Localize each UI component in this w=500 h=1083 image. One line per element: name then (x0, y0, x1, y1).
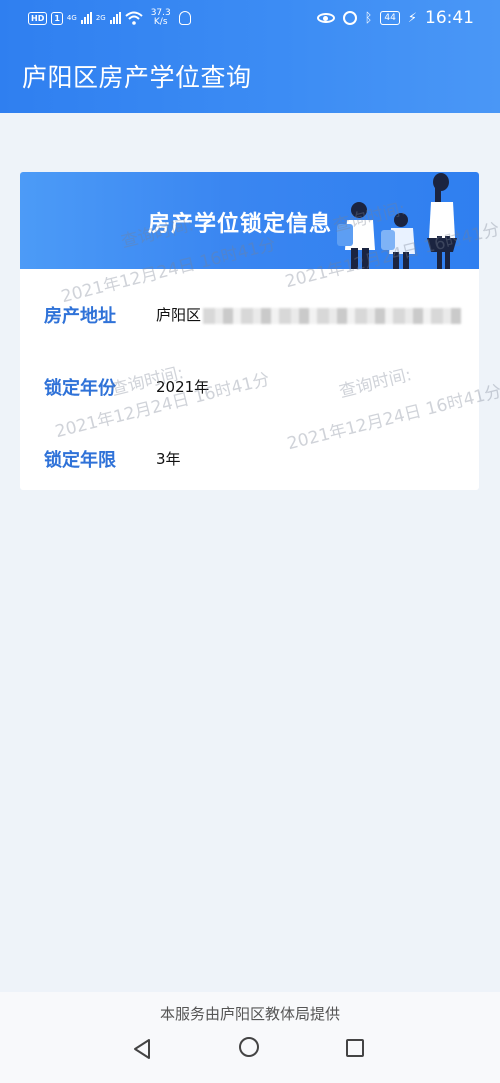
bulb-icon (178, 11, 191, 25)
home-icon[interactable] (239, 1037, 259, 1057)
lock-info-card: 房产学位锁定信息 房产地址 庐阳区 锁定年份 2021年 锁定年限 3年 (20, 172, 479, 490)
network-type-1: 4G (66, 14, 77, 22)
signal-icon-2 (109, 12, 121, 24)
battery-level: 44 (384, 13, 396, 23)
battery-icon: 44 (380, 11, 400, 25)
wifi-icon (125, 11, 143, 25)
address-value-text: 庐阳区 (156, 306, 202, 324)
net-speed: 37.3 K/s (151, 9, 171, 27)
recent-apps-icon[interactable] (346, 1039, 364, 1057)
signal-icon (80, 12, 92, 24)
hd-badge: HD (28, 11, 48, 25)
back-icon[interactable] (132, 1038, 152, 1060)
charging-icon: ⚡ (407, 10, 417, 26)
lock-term-label: 锁定年限 (44, 450, 116, 471)
eye-icon (316, 13, 335, 23)
status-bar: HD 1 4G 2G 37.3 K/s ᛒ 44 ⚡ 16:41 (0, 0, 500, 38)
bluetooth-icon: ᛒ (364, 10, 373, 26)
footer: 本服务由庐阳区教体局提供 (0, 992, 500, 1083)
address-label: 房产地址 (44, 306, 116, 327)
clock-time: 16:41 (425, 8, 474, 28)
sim-badge: 1 (51, 11, 63, 25)
address-value: 庐阳区 (156, 304, 462, 325)
network-type-2: 2G (95, 14, 106, 22)
page-title: 庐阳区房产学位查询 (22, 63, 252, 92)
alarm-icon (342, 11, 357, 25)
provider-text: 本服务由庐阳区教体局提供 (159, 1005, 340, 1023)
net-speed-unit: K/s (153, 17, 168, 27)
address-redacted (203, 307, 462, 324)
top-header: HD 1 4G 2G 37.3 K/s ᛒ 44 ⚡ 16:41 庐阳区房产学位… (0, 0, 500, 113)
lock-term-value: 3年 (156, 450, 181, 468)
